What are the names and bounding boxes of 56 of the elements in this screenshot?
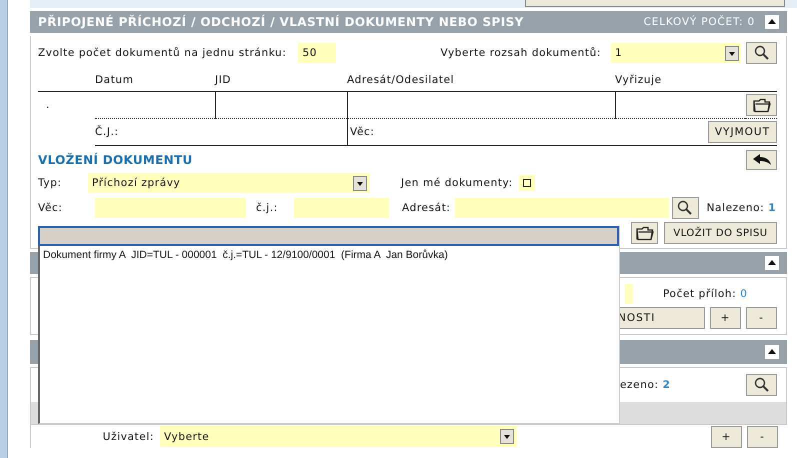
suggestion-item[interactable]: Dokument firmy A JID=TUL - 000001 č.j.=TUL - 12/9100/0001 (Firma A Jan Borůvka) — [40, 246, 619, 264]
found-label: ezeno: 2 — [620, 379, 671, 391]
found-label: Nalezeno: 1 — [706, 202, 776, 214]
folder-icon — [752, 98, 770, 112]
addressee-label: Adresát: — [402, 202, 451, 214]
collapse-icon[interactable] — [765, 256, 779, 270]
column-header: JID — [215, 74, 232, 86]
column-header: Vyřizuje — [615, 74, 662, 86]
page-size-field[interactable]: 50 — [298, 43, 336, 63]
section-title: PŘIPOJENÉ PŘÍCHOZÍ / ODCHOZÍ / VLASTNÍ DOKUMENTY NEBO SPISY — [38, 15, 525, 29]
collapse-icon[interactable] — [765, 345, 779, 359]
subject-label: Věc: — [350, 126, 375, 138]
folder-icon — [636, 226, 654, 240]
remove-button[interactable]: - — [747, 426, 778, 448]
column-header: Adresát/Odesilatel — [347, 74, 454, 86]
mine-label: Jen mé dokumenty: — [401, 177, 513, 189]
search-icon — [754, 45, 770, 61]
attachments-count-label: Počet příloh: 0 — [663, 288, 748, 300]
dropdown-caret-icon[interactable] — [353, 176, 367, 190]
search-icon — [677, 200, 694, 216]
type-label: Typ: — [38, 177, 63, 189]
search-icon — [754, 377, 770, 393]
cj-label: Č.J.: — [95, 126, 119, 138]
search-button[interactable] — [746, 374, 777, 396]
range-label: Vyberte rozsah dokumentů: — [440, 47, 601, 59]
page-size-label: Zvolte počet dokumentů na jednu stránku: — [38, 47, 286, 59]
row-marker: . — [46, 99, 50, 111]
add-button[interactable]: + — [710, 306, 741, 328]
cj-label: č.j.: — [256, 202, 279, 214]
collapse-icon[interactable] — [765, 15, 779, 29]
insert-button[interactable]: VLOŽIT DO SPISU — [664, 222, 777, 244]
dropdown-caret-icon[interactable] — [500, 429, 514, 444]
range-select[interactable]: 1 — [611, 43, 741, 63]
remove-button[interactable]: - — [746, 306, 777, 328]
type-select[interactable]: Příchozí zprávy — [88, 173, 370, 193]
open-button[interactable] — [631, 222, 658, 244]
open-button[interactable] — [746, 94, 777, 116]
addressee-field[interactable] — [454, 198, 669, 218]
user-label: Uživatel: — [102, 430, 154, 442]
cj-field[interactable] — [294, 198, 389, 218]
user-select[interactable]: Vyberte — [160, 426, 517, 447]
remove-button[interactable]: VYJMOUT — [708, 121, 777, 143]
subject-label: Věc: — [38, 202, 64, 214]
text-field[interactable] — [625, 284, 633, 304]
autocomplete-input[interactable] — [38, 226, 619, 246]
search-button[interactable] — [672, 197, 699, 219]
total-count: CELKOVÝ POČET: 0 — [644, 16, 755, 28]
subject-field[interactable] — [95, 198, 246, 218]
back-button[interactable] — [746, 150, 777, 170]
add-button[interactable]: + — [711, 426, 742, 448]
back-arrow-icon — [752, 154, 772, 166]
column-header: Datum — [95, 74, 134, 86]
search-button[interactable] — [746, 42, 777, 64]
mine-checkbox[interactable] — [522, 179, 531, 187]
dropdown-caret-icon[interactable] — [725, 46, 739, 60]
section-title: VLOŽENÍ DOKUMENTU — [38, 153, 192, 167]
